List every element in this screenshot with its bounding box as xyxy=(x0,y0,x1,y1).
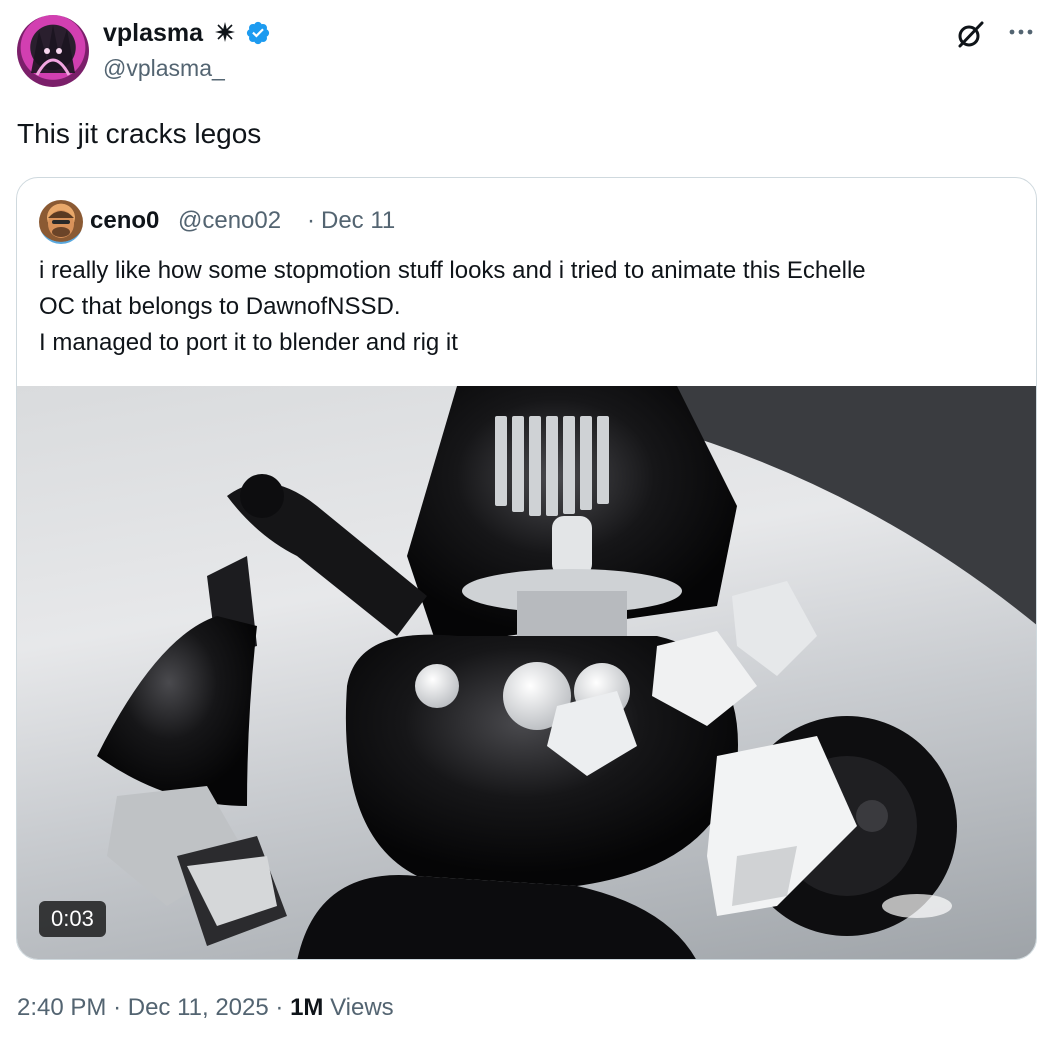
quoted-text-line: OC that belongs to DawnofNSSD. xyxy=(39,293,401,320)
video-thumbnail xyxy=(97,386,1036,959)
verified-badge-icon[interactable] xyxy=(245,20,271,46)
quoted-author-display-name[interactable]: ceno0 xyxy=(90,206,159,236)
quoted-date[interactable]: Dec 11 xyxy=(321,206,395,236)
quoted-tweet-text: i really like how some stopmotion stuff … xyxy=(39,253,1024,361)
tweet-text: This jit cracks legos xyxy=(17,118,262,149)
avatar-art xyxy=(31,25,75,76)
views-count: 1M xyxy=(290,994,324,1021)
views-label: Views xyxy=(330,994,394,1021)
video-player[interactable]: 0:03 xyxy=(17,386,1036,959)
author-avatar[interactable] xyxy=(17,15,89,87)
quoted-author-avatar[interactable] xyxy=(39,200,83,244)
more-options-icon[interactable] xyxy=(1004,18,1038,46)
author-display-name[interactable]: vplasma xyxy=(103,18,203,48)
video-duration-badge: 0:03 xyxy=(39,901,106,937)
tweet-time[interactable]: 2:40 PM xyxy=(17,994,106,1021)
meta-separator: · xyxy=(275,994,284,1021)
quoted-text-line: i really like how some stopmotion stuff … xyxy=(39,257,866,284)
tweet-meta: 2:40 PM · Dec 11, 2025 · 1M Views xyxy=(17,992,394,1024)
author-handle[interactable]: @vplasma_ xyxy=(103,54,225,82)
quoted-avatar-art xyxy=(48,210,74,238)
quoted-separator: · xyxy=(307,207,315,234)
quoted-tweet-card[interactable]: ceno0 @ceno02 · Dec 11 i really like how… xyxy=(16,177,1037,960)
quoted-author-handle[interactable]: @ceno02 xyxy=(178,206,281,236)
quoted-text-line: I managed to port it to blender and rig … xyxy=(39,329,458,356)
star-icon xyxy=(215,22,235,42)
meta-separator: · xyxy=(113,994,122,1021)
grok-icon[interactable] xyxy=(955,20,985,50)
tweet-date[interactable]: Dec 11, 2025 xyxy=(128,994,269,1021)
